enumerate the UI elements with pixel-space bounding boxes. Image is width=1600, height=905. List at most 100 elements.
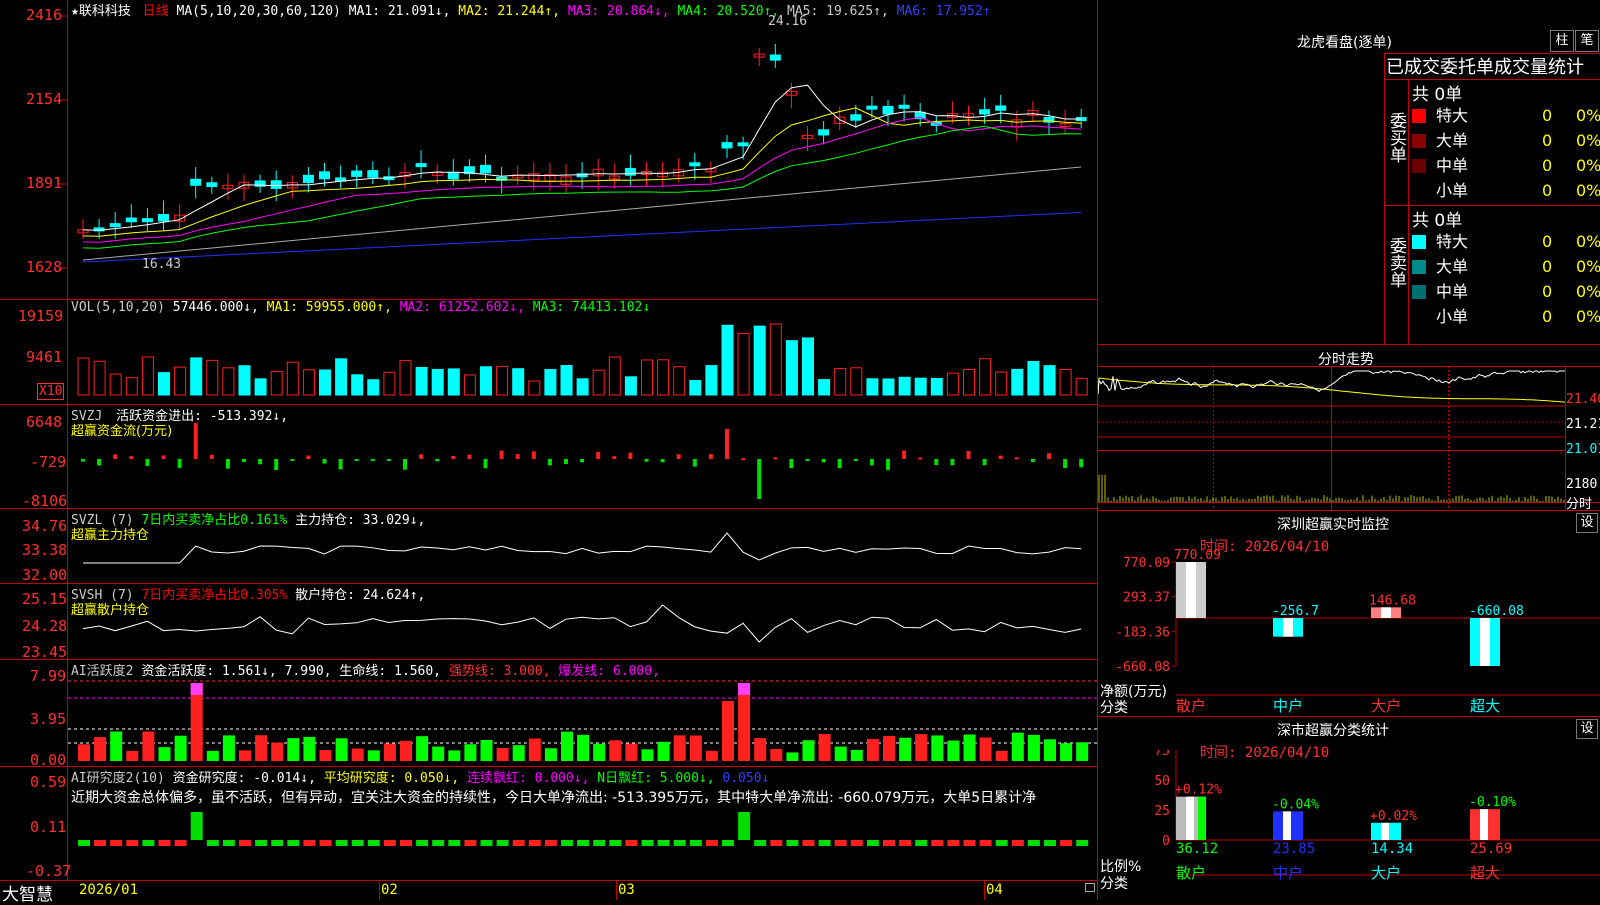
sz-class-category: 散户 (1176, 864, 1206, 882)
ai-research-bar (239, 840, 251, 846)
ai-research-bar (383, 840, 396, 846)
dragon-board-panel: 龙虎看盘(逐单) 柱 笔 已成交委托单成交量统计 委买单 委卖单 共 0单 共 … (1098, 0, 1600, 345)
sz-monitor-category: 散户 (1176, 697, 1206, 715)
stats-tab[interactable]: 已成交委托单成交量统计 (1386, 53, 1584, 79)
sz-class-bar-edge (1198, 796, 1206, 840)
period-label[interactable]: 日线 (143, 4, 169, 19)
candle-body (689, 162, 701, 167)
sz-monitor-ytick: -183.36 (1115, 625, 1170, 640)
ai-research-bar (174, 840, 187, 846)
svzj-bar (869, 459, 874, 466)
svzj-bar (290, 459, 295, 461)
candle-body (624, 167, 636, 176)
svzj-bar (692, 459, 697, 467)
order-percent: 0% (1576, 232, 1600, 251)
ai-active-bar (383, 743, 396, 761)
ai-active-bar (625, 743, 638, 761)
volume-bar (946, 372, 959, 396)
ai-research-bar (1044, 840, 1056, 846)
ai-active-bar (416, 736, 429, 761)
ai-research-header: AI研究度2(10) 资金研究度: -0.014↓, 平均研究度: 0.050↓… (71, 767, 769, 786)
ai-active-bar (786, 752, 799, 761)
ai-research-bar (335, 840, 348, 846)
volume-bar (335, 358, 348, 396)
order-count: 0 (1542, 156, 1553, 175)
lock-icon[interactable] (1085, 883, 1095, 892)
sz-class-value-label: 25.69 (1470, 841, 1512, 857)
sz-class-value-label: 36.12 (1176, 841, 1218, 857)
sz-class-ytick: 0 (1162, 834, 1170, 849)
volume-bar (544, 369, 557, 396)
svzj-bar (1014, 457, 1019, 460)
xaxis-label: 04 (986, 882, 1003, 898)
ai-active-v4: 强势线: 3.000, (448, 664, 551, 679)
sz-monitor-value-label: -660.08 (1469, 604, 1524, 619)
ai-research-ytick: -0.37 (26, 862, 72, 880)
ai-research-name: AI研究度2(10) (71, 771, 165, 786)
ai-research-bar (1027, 840, 1040, 846)
sz-monitor-category: 超大 (1470, 697, 1500, 715)
color-swatch (1412, 285, 1426, 299)
svzl-line-path (83, 532, 1082, 564)
svzj-bar (467, 454, 472, 459)
sz-class-bar-edge (1295, 811, 1303, 840)
svzj-bar (97, 459, 102, 466)
star-icon[interactable]: ★ (71, 4, 79, 19)
volume-bar (270, 371, 283, 396)
xaxis-tick (616, 880, 617, 900)
volume-bar (254, 378, 267, 396)
volume-bar (963, 368, 975, 396)
svzj-bar (564, 459, 568, 464)
svzj-bar (596, 451, 601, 459)
ai-active-header: AI活跃度2 资金活跃度: 1.561↓, 7.990, 生命线: 1.560,… (71, 660, 660, 679)
ai-research-bar (110, 840, 123, 846)
svzl-ytick: 33.38 (22, 541, 68, 559)
ai-active-bar (319, 750, 332, 761)
vol-ma3: MA3: 74413.102↓ (532, 300, 651, 315)
candle-body (898, 104, 910, 109)
svsh-desc: 7日内买卖净占比0.305% (141, 588, 288, 603)
ai-active-bar (512, 745, 525, 761)
svzj-bar (370, 459, 375, 462)
sz-monitor-title: 深圳超赢实时监控 (1277, 517, 1389, 533)
candle-body (850, 114, 862, 121)
sz-monitor-settings-button[interactable]: 设 (1576, 513, 1598, 533)
svzj-bar (886, 459, 890, 470)
ai-research-bar (158, 840, 171, 846)
xaxis-label: 03 (618, 882, 635, 898)
ai-active-bar (657, 741, 670, 761)
ai-active-name: AI活跃度2 (71, 664, 134, 679)
ai-research-bar (319, 840, 332, 846)
sz-class-ytick: 25 (1154, 804, 1170, 819)
main-chart-area[interactable] (0, 0, 1098, 900)
sz-monitor-ytick: 293.37 (1123, 591, 1170, 606)
svzj-bar (725, 429, 729, 459)
ai-research-bar (738, 812, 751, 840)
order-type-label: 特大 (1436, 106, 1469, 125)
ma4-value: MA4: 20.520↑, (677, 4, 780, 19)
sz-monitor-category: 大户 (1371, 697, 1401, 715)
ai-research-v4: N日飘红: 5.000↓, (597, 771, 715, 786)
ai-research-bar (432, 840, 445, 846)
sz-monitor-bar-highlight (1480, 617, 1490, 666)
brand-label[interactable]: 大智慧 (2, 880, 53, 905)
ai-research-bar (705, 840, 718, 846)
svzj-bar (403, 459, 407, 470)
volume-bar (705, 365, 718, 396)
order-count: 0 (1542, 282, 1553, 301)
intraday-chart[interactable] (1098, 366, 1600, 510)
ma-line (82, 211, 1082, 263)
vol-ytick: 9461 (26, 348, 63, 366)
ai-active-ytick: 7.99 (30, 667, 67, 685)
column-view-button[interactable]: 柱 (1550, 30, 1574, 52)
tick-view-button[interactable]: 笔 (1575, 30, 1599, 52)
buy-orders-label: 委买单 (1386, 112, 1406, 163)
ai-research-bar (609, 840, 622, 846)
ai-active-ytick: 3.95 (30, 710, 67, 728)
svzl-ytick: 32.00 (22, 566, 68, 584)
ai-research-bar (416, 840, 429, 846)
ai-research-bar (528, 840, 541, 846)
sz-class-settings-button[interactable]: 设 (1576, 719, 1598, 739)
ai-research-comment: 近期大资金总体偏多，虽不活跃，但有异动，宜关注大资金的持续性，今日大单净流出: … (71, 790, 1037, 806)
candlestick-series (77, 43, 1087, 240)
